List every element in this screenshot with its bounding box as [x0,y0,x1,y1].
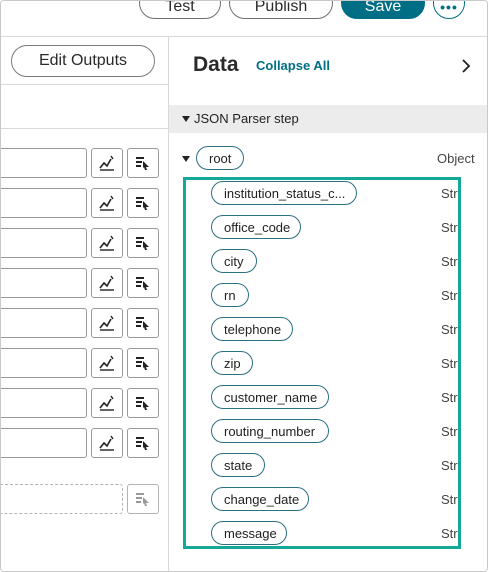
select-field-button[interactable] [127,388,159,418]
field-type-label: String [441,492,461,507]
collapse-all-link[interactable]: Collapse All [256,58,330,73]
field-pill[interactable]: routing_number [211,419,329,443]
field-type-label: String [441,254,461,269]
output-value-input[interactable] [1,428,87,458]
pick-field-icon [136,277,149,290]
caret-down-icon[interactable] [182,116,190,122]
data-panel-title: Data [193,53,239,76]
pick-field-icon [136,157,149,170]
edit-outputs-button[interactable]: Edit Outputs [11,45,155,77]
outputs-panel-header: Edit Outputs [1,37,169,85]
select-field-button[interactable] [127,188,159,218]
edit-mapping-button[interactable] [91,308,123,338]
pick-field-icon [136,493,149,506]
select-field-button[interactable] [127,484,159,514]
field-pill[interactable]: change_date [211,487,309,511]
root-type-label: Object [437,151,475,166]
field-type-label: String [441,288,461,303]
formula-icon [99,435,114,451]
field-pill[interactable]: rn [211,283,249,307]
field-type-label: String [441,322,461,337]
formula-icon [99,275,114,291]
select-field-button[interactable] [127,428,159,458]
field-type-label: String [441,424,461,439]
field-pill[interactable]: telephone [211,317,293,341]
edit-mapping-button[interactable] [91,228,123,258]
output-value-input[interactable] [1,308,87,338]
new-output-input[interactable] [1,484,123,514]
publish-button[interactable]: Publish [229,1,333,19]
field-pill[interactable]: message [211,521,287,545]
field-type-label: String [441,526,461,541]
select-field-button[interactable] [127,308,159,338]
edit-mapping-button[interactable] [91,268,123,298]
edit-mapping-button[interactable] [91,348,123,378]
outputs-panel-subheader [1,85,169,129]
edit-mapping-button[interactable] [91,188,123,218]
formula-icon [99,195,114,211]
edit-mapping-button[interactable] [91,388,123,418]
step-label: JSON Parser step [194,111,299,126]
select-field-button[interactable] [127,148,159,178]
field-pill[interactable]: zip [211,351,253,375]
select-field-button[interactable] [127,268,159,298]
pick-field-icon [136,197,149,210]
select-field-button[interactable] [127,228,159,258]
save-button[interactable]: Save [341,1,425,19]
field-type-label: String [441,390,461,405]
field-type-label: String [441,458,461,473]
step-row-json-parser[interactable]: JSON Parser step [169,105,487,133]
root-field-pill[interactable]: root [196,146,245,170]
edit-mapping-button[interactable] [91,428,123,458]
formula-icon [99,395,114,411]
field-list: institution_status_c... String office_code… [183,177,461,549]
caret-down-icon[interactable] [182,156,190,162]
select-field-button[interactable] [127,348,159,378]
output-value-input[interactable] [1,228,87,258]
output-value-input[interactable] [1,148,87,178]
pick-field-icon [136,397,149,410]
field-type-label: String [441,220,461,235]
formula-icon [99,355,114,371]
output-value-input[interactable] [1,268,87,298]
test-button[interactable]: Test [139,1,221,19]
field-pill[interactable]: customer_name [211,385,329,409]
pick-field-icon [136,357,149,370]
pick-field-icon [136,317,149,330]
field-pill[interactable]: city [211,249,257,273]
output-value-input[interactable] [1,188,87,218]
outputs-panel: Edit Outputs [1,37,169,571]
pick-field-icon [136,437,149,450]
field-pill[interactable]: state [211,453,265,477]
output-value-input[interactable] [1,348,87,378]
chevron-right-icon[interactable] [459,57,473,75]
output-value-input[interactable] [1,388,87,418]
formula-icon [99,235,114,251]
formula-icon [99,315,114,331]
edit-mapping-button[interactable] [91,148,123,178]
app-frame: Test Publish Save ••• Edit Outputs Data … [0,0,488,572]
formula-icon [99,155,114,171]
pick-field-icon [136,237,149,250]
data-panel: Data Collapse All JSON Parser step root … [169,37,487,571]
field-type-label: String [441,186,461,201]
more-options-button[interactable]: ••• [433,1,465,19]
field-pill[interactable]: office_code [211,215,301,239]
field-type-label: String [441,356,461,371]
field-pill[interactable]: institution_status_c... [211,181,357,205]
top-toolbar: Test Publish Save ••• [1,1,487,37]
